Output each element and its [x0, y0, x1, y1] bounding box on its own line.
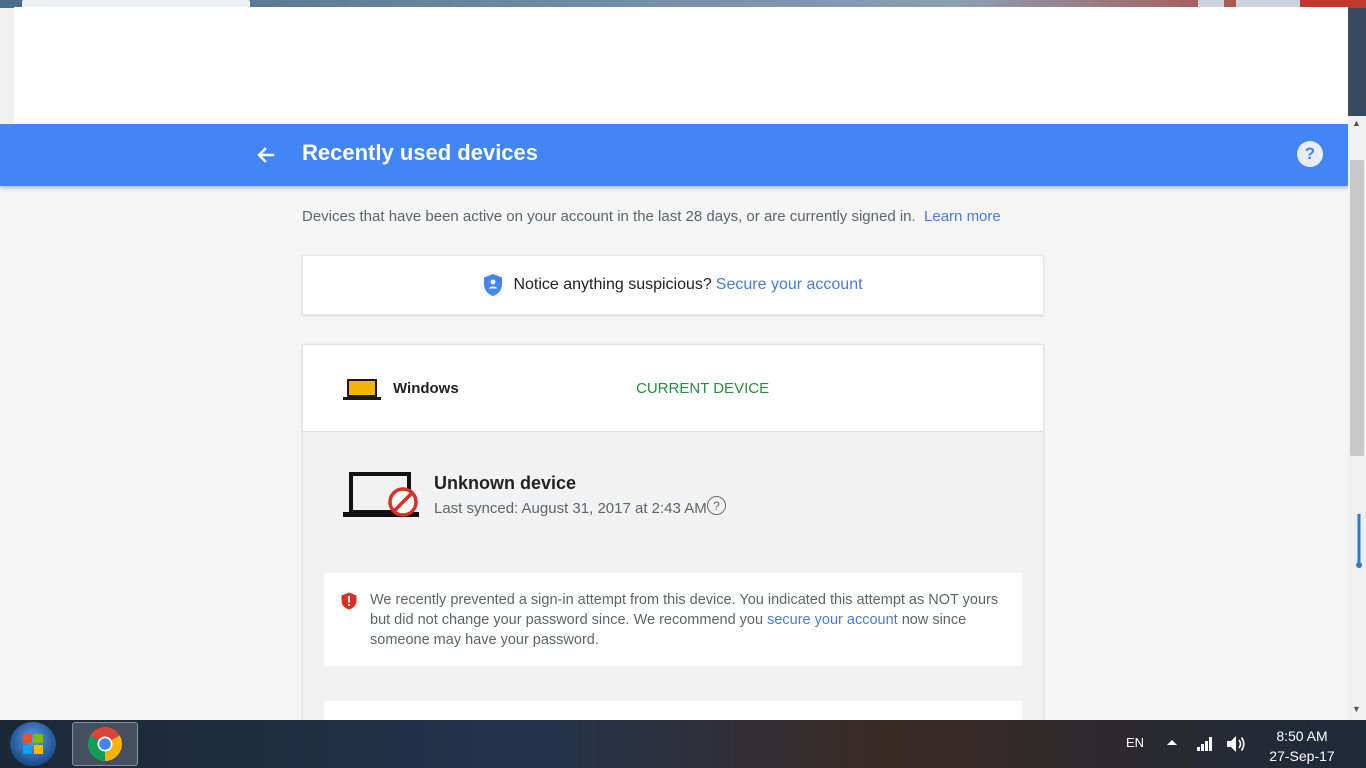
start-button[interactable]: [10, 722, 56, 766]
sign-in-alert: We recently prevented a sign-in attempt …: [324, 573, 1022, 666]
back-button[interactable]: [252, 141, 280, 169]
taskbar-chrome[interactable]: [72, 722, 138, 766]
scroll-thumb[interactable]: [1350, 160, 1364, 456]
learn-more-link[interactable]: Learn more: [924, 208, 1001, 225]
intro-description: Devices that have been active on your ac…: [302, 208, 916, 225]
page-scrollbar[interactable]: ▲ ▼: [1348, 116, 1366, 720]
current-device-badge: CURRENT DEVICE: [636, 380, 770, 397]
question-icon[interactable]: ?: [707, 496, 726, 515]
blocked-laptop-icon: [343, 472, 419, 517]
volume-icon[interactable]: [1226, 735, 1246, 753]
clock-time: 8:50 AM: [1276, 728, 1328, 744]
secure-account-link[interactable]: Secure your account: [716, 276, 863, 294]
windows-logo-icon: [23, 734, 43, 754]
network-icon[interactable]: [1196, 736, 1214, 752]
secure-account-inline-link[interactable]: secure your account: [767, 612, 898, 628]
next-device-card: [324, 701, 1022, 720]
notice-card: Notice anything suspicious? Secure your …: [302, 255, 1044, 315]
arrow-left-icon: [257, 147, 275, 163]
taskbar: EN 8:50 AM 27-Sep-17: [0, 720, 1366, 768]
device-name: Unknown device: [434, 473, 577, 493]
tray-expand-icon[interactable]: [1166, 738, 1178, 746]
scroll-up-arrow[interactable]: ▲: [1352, 118, 1361, 128]
last-synced-text: Last synced: August 31, 2017 at 2:43 AM: [434, 500, 707, 517]
language-indicator[interactable]: EN: [1126, 735, 1144, 750]
scroll-down-arrow[interactable]: ▼: [1352, 704, 1361, 714]
system-clock[interactable]: 8:50 AM 27-Sep-17: [1262, 726, 1342, 766]
help-button[interactable]: ?: [1297, 141, 1323, 167]
app-bar: Recently used devices ?: [0, 124, 1348, 186]
notice-text: Notice anything suspicious?: [513, 276, 712, 293]
browser-toolbar-area: [14, 7, 1348, 124]
chrome-icon: [88, 727, 122, 761]
device-name: Windows: [393, 380, 459, 397]
clock-date: 27-Sep-17: [1269, 748, 1335, 764]
laptop-icon: [343, 379, 381, 400]
device-row-windows[interactable]: Windows CURRENT DEVICE: [303, 345, 1043, 432]
warning-shield-icon: [341, 592, 357, 610]
page-viewport: Recently used devices ? Devices that hav…: [0, 124, 1348, 720]
intro-text: Devices that have been active on your ac…: [302, 208, 1001, 225]
alert-text: We recently prevented a sign-in attempt …: [370, 590, 1010, 650]
page-title: Recently used devices: [302, 140, 539, 165]
scroll-position-indicator: [1356, 514, 1362, 568]
devices-card: Windows CURRENT DEVICE Unknown device La…: [302, 344, 1044, 720]
shield-icon: [484, 274, 503, 296]
